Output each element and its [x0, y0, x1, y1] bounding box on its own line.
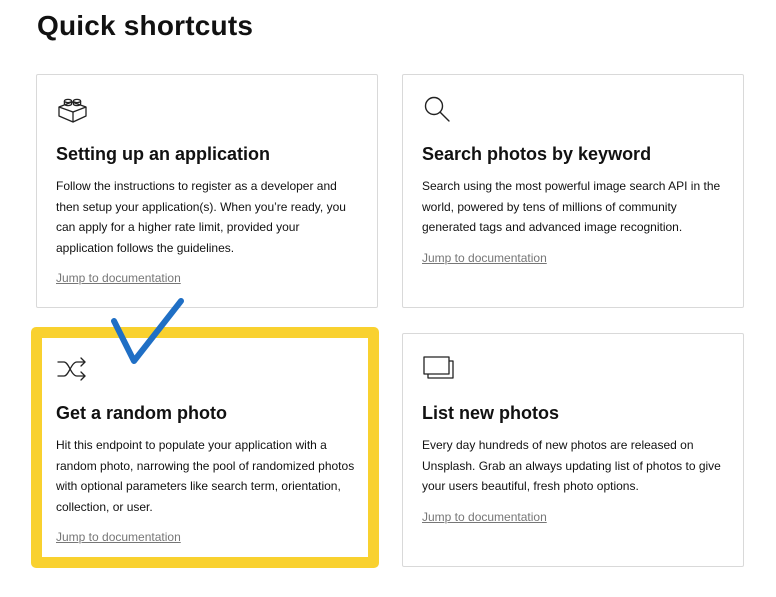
card-description: Every day hundreds of new photos are rel…: [422, 435, 721, 497]
card-list-new-photos: List new photos Every day hundreds of ne…: [402, 333, 744, 567]
page-title: Quick shortcuts: [37, 10, 254, 41]
card-description-line: world, powered by tens of millions of co…: [422, 199, 677, 214]
card-description-line: then setup your application(s). When you…: [56, 199, 346, 214]
card-description-line: application follows the guidelines.: [56, 240, 235, 255]
jump-to-documentation-link[interactable]: Jump to documentation: [56, 271, 181, 285]
search-icon: [422, 95, 456, 125]
card-search-photos: Search photos by keyword Search using th…: [402, 74, 744, 308]
card-description-line: Unsplash. Grab an always updating list o…: [422, 458, 721, 473]
card-description-line: random photo, narrowing the pool of rand…: [56, 458, 355, 473]
jump-to-documentation-link[interactable]: Jump to documentation: [56, 530, 181, 544]
card-description: Hit this endpoint to populate your appli…: [56, 435, 354, 517]
card-description-line: Every day hundreds of new photos are rel…: [422, 438, 694, 452]
card-description-line: your users beautiful, fresh photo option…: [422, 479, 639, 493]
card-description: Search using the most powerful image sea…: [422, 176, 720, 238]
card-description-line: with optional parameters like search ter…: [56, 479, 341, 493]
card-description-line: collection, or user.: [56, 499, 153, 514]
card-setting-up-application: Setting up an application Follow the ins…: [36, 74, 378, 308]
card-title: Get a random photo: [56, 403, 227, 423]
card-title: Setting up an application: [56, 144, 271, 164]
card-description-line: Hit this endpoint to populate your appli…: [56, 438, 327, 452]
shuffle-icon: [56, 354, 90, 384]
card-random-photo: Get a random photo Hit this endpoint to …: [36, 333, 378, 567]
card-description-line: can apply for a higher rate limit, provi…: [56, 220, 300, 234]
card-description: Follow the instructions to register as a…: [56, 176, 346, 258]
jump-to-documentation-link[interactable]: Jump to documentation: [422, 510, 547, 524]
card-description-line: Search using the most powerful image sea…: [422, 179, 721, 193]
card-title: List new photos: [422, 403, 559, 423]
card-title: Search photos by keyword: [422, 144, 652, 164]
lego-brick-icon: [56, 95, 90, 125]
card-description-line: Follow the instructions to register as a…: [56, 179, 337, 193]
jump-to-documentation-link[interactable]: Jump to documentation: [422, 251, 547, 265]
card-description-line: generated tags and advanced image recogn…: [422, 220, 683, 234]
stacked-windows-icon: [422, 354, 456, 384]
